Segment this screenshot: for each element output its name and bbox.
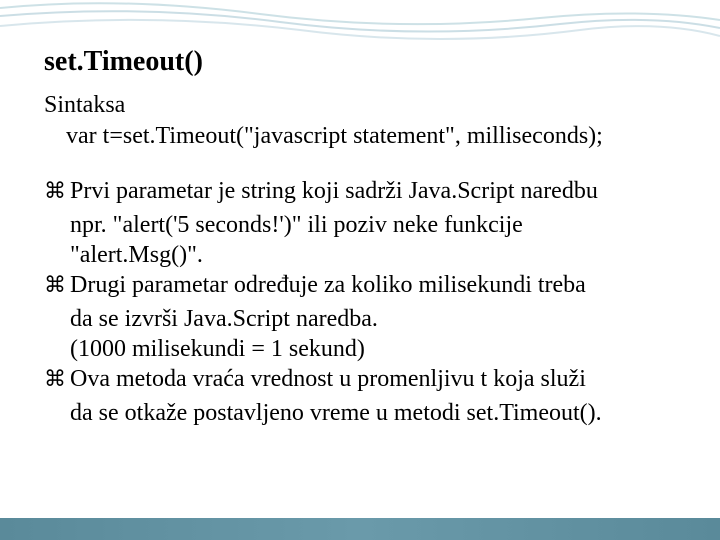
bullet-2: ⌘ Drugi parametar određuje za koliko mil… [44, 270, 676, 300]
syntax-label: Sintaksa [44, 92, 676, 119]
bullet-3-line-1: da se otkaže postavljeno vreme u metodi … [70, 398, 676, 428]
bullet-text: Drugi parametar određuje za koliko milis… [70, 270, 586, 300]
bullet-text: Ova metoda vraća vrednost u promenljivu … [70, 364, 586, 394]
bullet-text: Prvi parametar je string koji sadrži Jav… [70, 176, 598, 206]
bullet-3: ⌘ Ova metoda vraća vrednost u promenljiv… [44, 364, 676, 394]
bullet-1-line-2: "alert.Msg()". [70, 240, 676, 270]
bullet-icon: ⌘ [44, 176, 66, 206]
syntax-code: var t=set.Timeout("javascript statement"… [66, 123, 676, 150]
bullet-2-line-2: (1000 milisekundi = 1 sekund) [70, 334, 676, 364]
slide-content: set.Timeout() Sintaksa var t=set.Timeout… [44, 46, 676, 428]
bottom-decoration [0, 518, 720, 540]
slide-title: set.Timeout() [44, 46, 676, 78]
bullet-icon: ⌘ [44, 364, 66, 394]
bullet-1-line-1: npr. "alert('5 seconds!')" ili poziv nek… [70, 210, 676, 240]
bullet-2-line-1: da se izvrši Java.Script naredba. [70, 304, 676, 334]
bullet-icon: ⌘ [44, 270, 66, 300]
bullet-1: ⌘ Prvi parametar je string koji sadrži J… [44, 176, 676, 206]
